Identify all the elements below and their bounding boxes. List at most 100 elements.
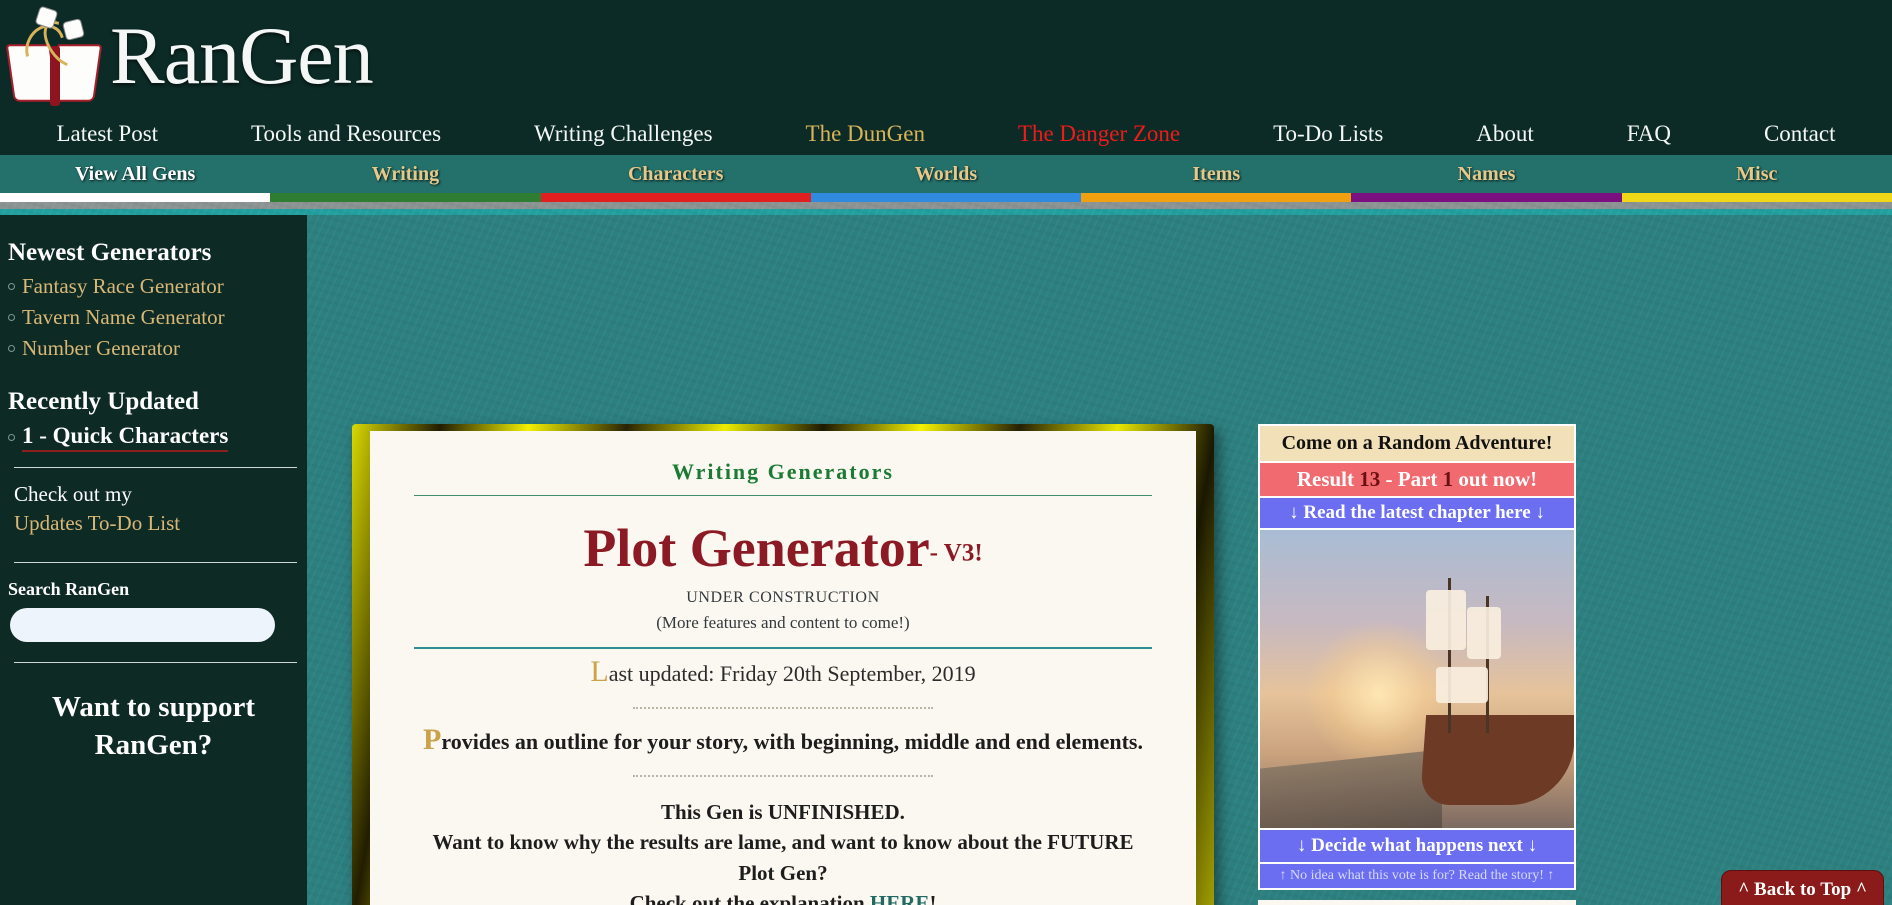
nav-writing-challenges[interactable]: Writing Challenges xyxy=(488,121,760,154)
decide-what-happens-next-link[interactable]: ↓ Decide what happens next ↓ xyxy=(1258,830,1576,864)
main-content: Writing Generators Plot Generator- V3! U… xyxy=(352,424,1214,905)
unfinished-line-2: Want to know why the results are lame, a… xyxy=(432,830,1134,885)
ship-sail-shape xyxy=(1435,667,1488,704)
right-sidebar: Come on a Random Adventure! Result 13 - … xyxy=(1258,424,1576,905)
back-to-top-button[interactable]: ^ Back to Top ^ xyxy=(1721,870,1884,905)
result-number: 13 xyxy=(1359,467,1381,491)
result-prefix: Result xyxy=(1296,467,1360,491)
more-features-notice: (More features and content to come!) xyxy=(656,612,910,632)
unfinished-notice: This Gen is UNFINISHED. Want to know why… xyxy=(414,797,1152,905)
vote-explainer-link[interactable]: ↑ No idea what this vote is for? Read th… xyxy=(1258,864,1576,890)
unfinished-line-3: Check out the explanation HERE! xyxy=(414,888,1152,905)
bullet-icon xyxy=(8,314,15,321)
nav-about[interactable]: About xyxy=(1430,121,1580,154)
nav-faq[interactable]: FAQ xyxy=(1580,121,1717,154)
color-bar-misc xyxy=(1621,193,1892,202)
explanation-suffix: ! xyxy=(929,891,937,905)
divider-green xyxy=(414,495,1152,496)
nav-contact[interactable]: Contact xyxy=(1717,121,1882,154)
color-bar-characters xyxy=(540,193,811,202)
color-bar-view-all-gens xyxy=(0,193,271,202)
page-title-version: - V3! xyxy=(929,539,983,567)
search-input[interactable] xyxy=(10,608,275,642)
adventure-result-banner[interactable]: Result 13 - Part 1 out now! xyxy=(1258,463,1576,498)
color-bar-items xyxy=(1081,193,1352,202)
list-item[interactable]: 1 - Quick Characters xyxy=(8,420,307,455)
tab-items[interactable]: Items xyxy=(1081,163,1351,186)
color-bar-writing xyxy=(270,193,541,202)
unfinished-line-1: This Gen is UNFINISHED. xyxy=(661,799,905,824)
nav-tools-and-resources[interactable]: Tools and Resources xyxy=(205,121,488,154)
tab-characters[interactable]: Characters xyxy=(541,163,811,186)
divider-teal-thin xyxy=(414,646,1152,649)
page-title: Plot Generator- V3! xyxy=(414,512,1152,581)
support-heading: Want to support RanGen? xyxy=(51,691,256,761)
adventure-widget-title: Come on a Random Adventure! xyxy=(1258,424,1576,463)
link-quick-characters[interactable]: 1 - Quick Characters xyxy=(22,423,229,452)
page-title-text: Plot Generator xyxy=(583,518,930,578)
color-bar-worlds xyxy=(810,193,1082,202)
tab-worlds[interactable]: Worlds xyxy=(811,163,1081,186)
last-updated-line: Last updated: Friday 20th September, 201… xyxy=(414,656,1152,687)
dock-shape xyxy=(1260,748,1443,828)
last-updated-text: ast updated: Friday 20th September, 2019 xyxy=(608,660,976,686)
dropcap-letter: L xyxy=(590,654,609,688)
divider-dotted xyxy=(633,774,933,777)
generator-card: Writing Generators Plot Generator- V3! U… xyxy=(370,431,1196,905)
recently-updated-list: 1 - Quick Characters xyxy=(0,420,307,455)
primary-navigation: Latest Post Tools and Resources Writing … xyxy=(0,112,1892,154)
result-suffix: out now! xyxy=(1453,467,1538,491)
list-item[interactable]: Tavern Name Generator xyxy=(8,302,307,333)
check-out-my-text: Check out my xyxy=(14,482,132,506)
description-text: rovides an outline for your story, with … xyxy=(441,728,1143,754)
link-here[interactable]: HERE xyxy=(870,891,930,905)
page-body: Newest Generators Fantasy Race Generator… xyxy=(0,202,1892,905)
adventure-illustration[interactable] xyxy=(1258,530,1576,830)
divider-dotted xyxy=(633,706,933,709)
link-fantasy-race-generator[interactable]: Fantasy Race Generator xyxy=(22,274,224,299)
nav-the-dungen[interactable]: The DunGen xyxy=(759,121,971,154)
search-label: Search RanGen xyxy=(8,579,130,599)
link-tavern-name-generator[interactable]: Tavern Name Generator xyxy=(22,305,225,330)
bullet-icon xyxy=(8,283,15,290)
newest-generators-heading: Newest Generators xyxy=(8,239,212,266)
tab-writing[interactable]: Writing xyxy=(270,163,540,186)
recently-updated-heading: Recently Updated xyxy=(8,388,199,415)
sidebar-divider xyxy=(14,662,297,663)
color-bar-names xyxy=(1351,193,1622,202)
tab-names[interactable]: Names xyxy=(1351,163,1621,186)
section-title: Writing Generators xyxy=(672,459,894,484)
nav-latest-post[interactable]: Latest Post xyxy=(10,121,205,154)
result-part-number: 1 xyxy=(1442,467,1454,491)
logo-row: RanGen xyxy=(0,0,1892,112)
link-number-generator[interactable]: Number Generator xyxy=(22,336,180,361)
result-middle: - Part xyxy=(1380,467,1443,491)
read-latest-chapter-link[interactable]: ↓ Read the latest chapter here ↓ xyxy=(1258,498,1576,530)
generator-description: Provides an outline for your story, with… xyxy=(414,724,1152,755)
ship-sail-shape xyxy=(1467,607,1502,660)
tab-misc[interactable]: Misc xyxy=(1622,163,1892,186)
bullet-icon xyxy=(8,345,15,352)
list-item[interactable]: Fantasy Race Generator xyxy=(8,271,307,302)
sidebar-divider xyxy=(14,562,297,563)
nav-the-danger-zone[interactable]: The Danger Zone xyxy=(971,121,1226,154)
divider-grey xyxy=(0,202,1892,209)
nav-to-do-lists[interactable]: To-Do Lists xyxy=(1227,121,1430,154)
open-book-with-dice-icon xyxy=(5,5,104,108)
left-sidebar: Newest Generators Fantasy Race Generator… xyxy=(0,215,307,905)
card-gold-border: Writing Generators Plot Generator- V3! U… xyxy=(352,424,1214,905)
link-updates-to-do-list[interactable]: Updates To-Do List xyxy=(0,509,307,538)
dropcap-letter: P xyxy=(423,722,442,756)
ship-sail-shape xyxy=(1426,589,1467,650)
under-construction-notice: UNDER CONSTRUCTION xyxy=(686,588,880,606)
category-color-bars xyxy=(0,193,1892,202)
tab-view-all-gens[interactable]: View All Gens xyxy=(0,163,270,186)
ship-hull-shape xyxy=(1420,714,1574,805)
sidebar-divider xyxy=(14,467,297,468)
category-navigation: View All Gens Writing Characters Worlds … xyxy=(0,155,1892,202)
list-item[interactable]: Number Generator xyxy=(8,333,307,364)
bullet-icon xyxy=(8,434,15,441)
site-logo-text[interactable]: RanGen xyxy=(110,15,374,97)
site-header: RanGen Latest Post Tools and Resources W… xyxy=(0,0,1892,155)
newest-generators-list: Fantasy Race Generator Tavern Name Gener… xyxy=(0,271,307,364)
